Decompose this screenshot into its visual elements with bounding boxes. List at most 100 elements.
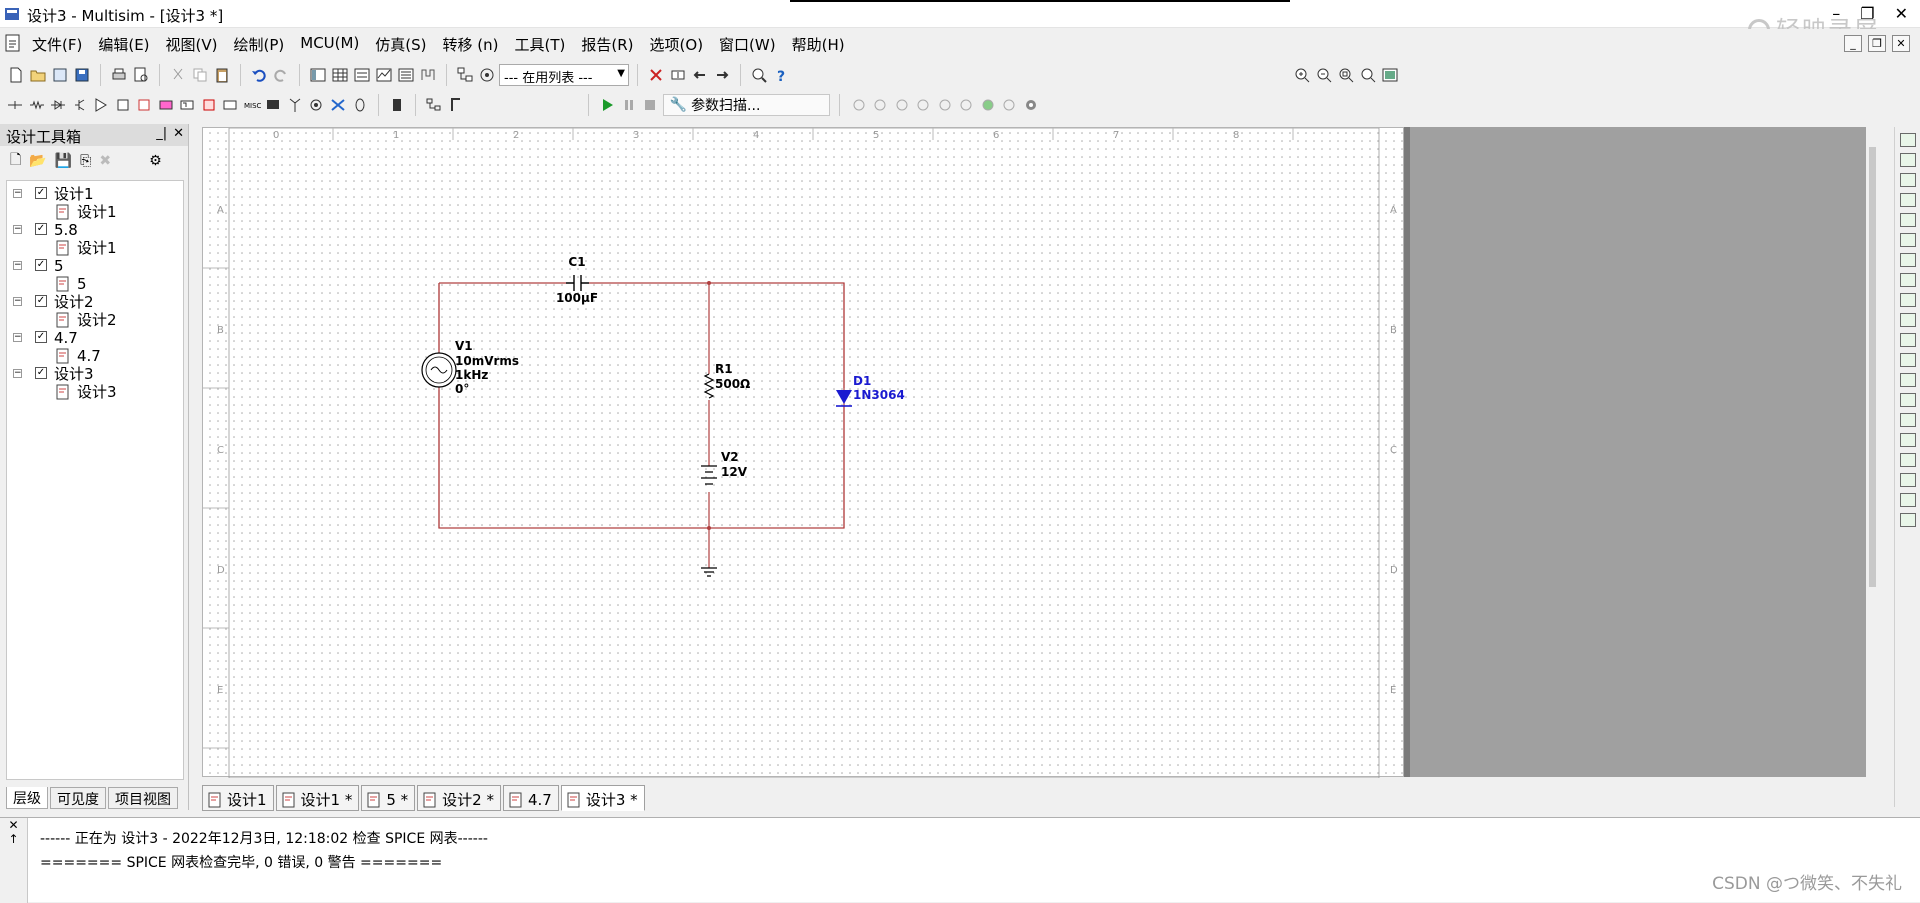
probe-digital-icon[interactable] bbox=[957, 95, 976, 115]
ttl-component-icon[interactable] bbox=[114, 95, 133, 115]
pause-simulation-icon[interactable] bbox=[620, 95, 639, 115]
probe-settings-icon[interactable] bbox=[1021, 95, 1040, 115]
wattmeter-icon[interactable] bbox=[1899, 173, 1916, 187]
doc-tab-4[interactable]: 4.7 bbox=[502, 785, 559, 811]
menu-item-5[interactable]: 仿真(S) bbox=[373, 34, 428, 55]
close-design-icon[interactable]: ⎘ bbox=[80, 153, 91, 169]
scrollbar-thumb[interactable] bbox=[1869, 147, 1876, 587]
mixed-component-icon[interactable] bbox=[178, 95, 197, 115]
tree-node-design[interactable]: − ✓ 设计2 bbox=[7, 293, 183, 311]
menu-item-2[interactable]: 视图(V) bbox=[164, 34, 220, 55]
menu-item-7[interactable]: 工具(T) bbox=[513, 34, 568, 55]
diode-component-icon[interactable] bbox=[49, 95, 68, 115]
menu-item-8[interactable]: 报告(R) bbox=[579, 34, 635, 55]
tree-node-sheet[interactable]: 4.7 bbox=[7, 347, 183, 365]
toggle-view-icon[interactable]: ⚙ bbox=[149, 153, 162, 169]
output-pin-icon[interactable]: ↑ bbox=[0, 832, 27, 846]
database-manager-icon[interactable] bbox=[352, 65, 372, 85]
tree-node-design[interactable]: − ✓ 设计1 bbox=[7, 185, 183, 203]
collapse-icon[interactable]: − bbox=[13, 297, 22, 306]
parameter-sweep-button[interactable]: 🔧 参数扫描... bbox=[662, 94, 831, 116]
tree-node-sheet[interactable]: 设计3 bbox=[7, 383, 183, 401]
spreadsheet-icon[interactable] bbox=[330, 65, 350, 85]
collapse-icon[interactable]: − bbox=[13, 189, 22, 198]
help-icon[interactable]: ? bbox=[771, 65, 791, 85]
menu-item-11[interactable]: 帮助(H) bbox=[790, 34, 847, 55]
zoom-in-icon[interactable] bbox=[1292, 65, 1312, 85]
toggle-toolbox-icon[interactable] bbox=[308, 65, 328, 85]
mcu-component-icon[interactable] bbox=[388, 95, 407, 115]
document-icon[interactable] bbox=[3, 33, 23, 53]
zoom-fit-icon[interactable] bbox=[1358, 65, 1378, 85]
tree-node-sheet[interactable]: 5 bbox=[7, 275, 183, 293]
probe-voltage-icon[interactable] bbox=[849, 95, 868, 115]
bus-icon[interactable] bbox=[447, 95, 466, 115]
checkbox-icon[interactable]: ✓ bbox=[35, 187, 47, 199]
transfer-pcb-icon[interactable] bbox=[668, 65, 688, 85]
misc-component-icon[interactable]: MISC bbox=[243, 95, 262, 115]
doc-tab-5[interactable]: 设计3 * bbox=[560, 785, 645, 811]
basic-component-icon[interactable] bbox=[28, 95, 47, 115]
dock-pin-icon[interactable]: _| bbox=[156, 126, 167, 141]
menu-item-3[interactable]: 绘制(P) bbox=[232, 34, 287, 55]
probe-differential-icon[interactable] bbox=[914, 95, 933, 115]
word-generator-icon[interactable] bbox=[1899, 273, 1916, 287]
panel-close-icon[interactable]: ✕ bbox=[173, 126, 184, 141]
checkbox-icon[interactable]: ✓ bbox=[35, 331, 47, 343]
electromechanical-icon[interactable] bbox=[307, 95, 326, 115]
multimeter-icon[interactable] bbox=[1899, 133, 1916, 147]
menu-item-9[interactable]: 选项(O) bbox=[648, 34, 706, 55]
open-design-icon[interactable]: 📂 bbox=[29, 153, 46, 169]
source-component-icon[interactable] bbox=[6, 95, 25, 115]
zoom-area-icon[interactable] bbox=[1336, 65, 1356, 85]
rf-component-icon[interactable] bbox=[286, 95, 305, 115]
tab-visibility[interactable]: 可见度 bbox=[50, 787, 106, 809]
schematic-canvas[interactable]: 012345678 AABBCCDDEE C1 100µF V1 10mVrms… bbox=[202, 127, 1405, 779]
cut-icon[interactable] bbox=[168, 65, 188, 85]
stop-simulation-icon[interactable] bbox=[641, 95, 660, 115]
menu-item-4[interactable]: MCU(M) bbox=[298, 34, 361, 55]
mdi-minimize-button[interactable]: _ bbox=[1844, 35, 1862, 52]
checkbox-icon[interactable]: ✓ bbox=[35, 295, 47, 307]
erc-icon[interactable] bbox=[646, 65, 666, 85]
tree-node-design[interactable]: − ✓ 设计3 bbox=[7, 365, 183, 383]
vertical-scrollbar[interactable] bbox=[1866, 127, 1880, 777]
probe-power-icon[interactable] bbox=[892, 95, 911, 115]
new-design-icon[interactable]: 🗋 bbox=[10, 149, 21, 173]
copy-icon[interactable] bbox=[190, 65, 210, 85]
cmos-component-icon[interactable] bbox=[135, 95, 154, 115]
tree-node-sheet[interactable]: 设计1 bbox=[7, 203, 183, 221]
menu-item-1[interactable]: 编辑(E) bbox=[96, 34, 151, 55]
tree-node-sheet[interactable]: 设计2 bbox=[7, 311, 183, 329]
doc-tab-2[interactable]: 5 * bbox=[361, 785, 416, 811]
iv-analyzer-icon[interactable] bbox=[1899, 333, 1916, 347]
function-generator-icon[interactable] bbox=[1899, 153, 1916, 167]
advanced-peripherals-icon[interactable] bbox=[264, 95, 283, 115]
indicator-component-icon[interactable] bbox=[200, 95, 219, 115]
collapse-icon[interactable]: − bbox=[13, 369, 22, 378]
menu-item-6[interactable]: 转移 (n) bbox=[441, 34, 501, 55]
print-preview-icon[interactable] bbox=[131, 65, 151, 85]
network-analyzer-icon[interactable] bbox=[1899, 393, 1916, 407]
oscilloscope-icon[interactable] bbox=[1899, 193, 1916, 207]
paste-icon[interactable] bbox=[212, 65, 232, 85]
analog-component-icon[interactable] bbox=[92, 95, 111, 115]
menu-item-0[interactable]: 文件(F) bbox=[30, 34, 84, 55]
grapher-icon[interactable] bbox=[374, 65, 394, 85]
zoom-out-icon[interactable] bbox=[1314, 65, 1334, 85]
checkbox-icon[interactable]: ✓ bbox=[35, 259, 47, 271]
new-file-icon[interactable] bbox=[6, 65, 26, 85]
menu-item-10[interactable]: 窗口(W) bbox=[717, 34, 778, 55]
agilent-multimeter-icon[interactable] bbox=[1899, 433, 1916, 447]
logic-converter-icon[interactable] bbox=[1899, 293, 1916, 307]
run-simulation-icon[interactable] bbox=[598, 95, 617, 115]
transistor-component-icon[interactable] bbox=[71, 95, 90, 115]
distortion-analyzer-icon[interactable] bbox=[1899, 353, 1916, 367]
print-icon[interactable] bbox=[109, 65, 129, 85]
labview-instrument-icon[interactable] bbox=[1899, 493, 1916, 507]
logic-analyzer-icon[interactable] bbox=[1899, 313, 1916, 327]
collapse-icon[interactable]: − bbox=[13, 225, 22, 234]
probe-green-icon[interactable] bbox=[978, 95, 997, 115]
agilent-oscilloscope-icon[interactable] bbox=[1899, 453, 1916, 467]
open-sample-icon[interactable] bbox=[50, 65, 70, 85]
